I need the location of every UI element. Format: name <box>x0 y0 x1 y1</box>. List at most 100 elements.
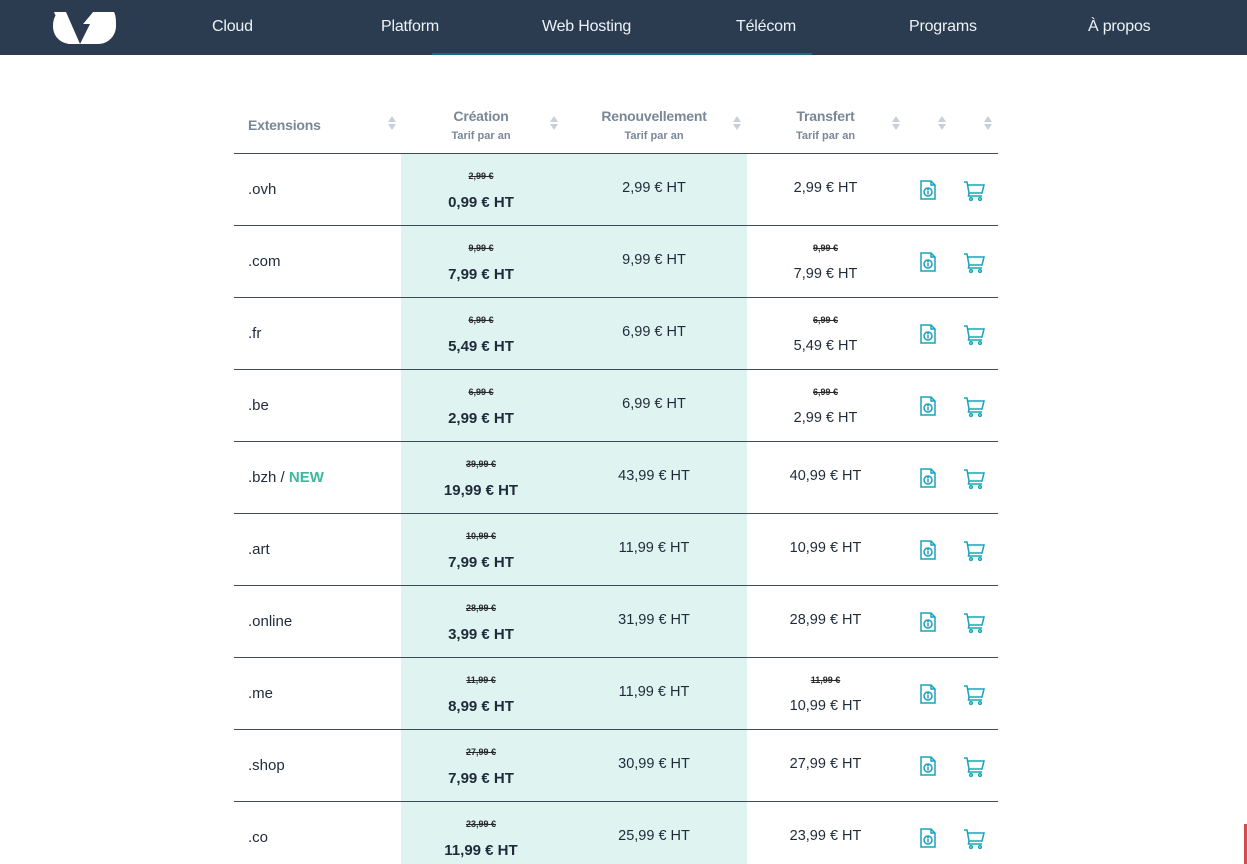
extension-label: .com <box>248 253 281 270</box>
renewal-price: 25,99 € HT <box>561 802 747 864</box>
sort-icon[interactable] <box>938 116 946 132</box>
renewal-price-value: 2,99 € HT <box>622 180 686 196</box>
info-document-icon[interactable] <box>916 538 940 562</box>
creation-price: 11,99 € 8,99 € HT <box>401 658 561 729</box>
sort-icon[interactable] <box>388 116 396 132</box>
sort-icon[interactable] <box>733 116 741 132</box>
extension-label: .co <box>248 829 269 846</box>
transfer-price: 10,99 € HT <box>747 514 904 585</box>
creation-price: 27,99 € 7,99 € HT <box>401 730 561 801</box>
creation-price: 23,99 € 11,99 € HT <box>401 802 561 864</box>
info-document-icon[interactable] <box>916 826 940 850</box>
table-row: .com 9,99 € 7,99 € HT 9,99 € HT 9,99 € 7… <box>234 226 998 298</box>
shopping-cart-icon[interactable] <box>962 394 986 418</box>
header-renewal[interactable]: Renouvellement Tarif par an <box>561 95 747 153</box>
extension-name: .co <box>248 802 268 864</box>
renewal-price-value: 11,99 € HT <box>618 540 690 556</box>
info-document-icon[interactable] <box>916 394 940 418</box>
nav-cloud[interactable]: Cloud <box>212 0 253 55</box>
extension-name: .ovh <box>248 154 276 225</box>
table-row: .co 23,99 € 11,99 € HT 25,99 € HT 23,99 … <box>234 802 998 864</box>
info-document-icon[interactable] <box>916 754 940 778</box>
creation-new-price: 3,99 € HT <box>448 626 514 643</box>
sort-icon[interactable] <box>550 116 558 132</box>
table-row: .me 11,99 € 8,99 € HT 11,99 € HT 11,99 €… <box>234 658 998 730</box>
extension-label: .shop <box>248 757 285 774</box>
renewal-price: 11,99 € HT <box>561 514 747 585</box>
shopping-cart-icon[interactable] <box>962 682 986 706</box>
nav-platform[interactable]: Platform <box>381 0 439 55</box>
extension-name: .me <box>248 658 273 729</box>
transfer-price: 9,99 € 7,99 € HT <box>747 226 904 297</box>
table-header: Extensions Création Tarif par an Renouve… <box>234 95 998 154</box>
renewal-price-value: 11,99 € HT <box>618 684 690 700</box>
renewal-price: 11,99 € HT <box>561 658 747 729</box>
transfer-price: 6,99 € 5,49 € HT <box>747 298 904 369</box>
renewal-price-value: 6,99 € HT <box>622 324 686 340</box>
shopping-cart-icon[interactable] <box>962 538 986 562</box>
info-document-icon[interactable] <box>916 322 940 346</box>
info-document-icon[interactable] <box>916 610 940 634</box>
extension-name: .be <box>248 370 269 441</box>
shopping-cart-icon[interactable] <box>962 466 986 490</box>
shopping-cart-icon[interactable] <box>962 610 986 634</box>
transfer-old-price: 11,99 € <box>810 675 841 685</box>
info-document-icon[interactable] <box>916 682 940 706</box>
creation-old-price: 2,99 € <box>468 171 494 181</box>
renewal-price: 2,99 € HT <box>561 154 747 225</box>
extension-name: .online <box>248 586 292 657</box>
extension-label: .online <box>248 613 293 630</box>
transfer-price-value: 27,99 € HT <box>789 756 862 772</box>
creation-price: 6,99 € 5,49 € HT <box>401 298 561 369</box>
sort-icon[interactable] <box>892 116 900 132</box>
nav-telecom[interactable]: Télécom <box>736 0 796 55</box>
renewal-price: 6,99 € HT <box>561 370 747 441</box>
extension-label: .fr <box>248 325 262 342</box>
table-row: .art 10,99 € 7,99 € HT 11,99 € HT 10,99 … <box>234 514 998 586</box>
renewal-price-value: 43,99 € HT <box>618 468 690 484</box>
ovh-logo[interactable] <box>50 8 118 48</box>
info-document-icon[interactable] <box>916 250 940 274</box>
nav-programs[interactable]: Programs <box>909 0 977 55</box>
transfer-price-value: 5,49 € HT <box>793 338 858 354</box>
nav-about[interactable]: À propos <box>1088 0 1151 55</box>
table-body: .ovh 2,99 € 0,99 € HT 2,99 € HT 2,99 € H… <box>234 154 998 864</box>
transfer-price: 27,99 € HT <box>747 730 904 801</box>
extension-name: .com <box>248 226 281 297</box>
creation-price: 9,99 € 7,99 € HT <box>401 226 561 297</box>
renewal-price-value: 25,99 € HT <box>618 828 690 844</box>
info-document-icon[interactable] <box>916 466 940 490</box>
table-row: .ovh 2,99 € 0,99 € HT 2,99 € HT 2,99 € H… <box>234 154 998 226</box>
nav-web-hosting[interactable]: Web Hosting <box>542 0 631 55</box>
creation-new-price: 2,99 € HT <box>448 410 514 427</box>
table-row: .online 28,99 € 3,99 € HT 31,99 € HT 28,… <box>234 586 998 658</box>
shopping-cart-icon[interactable] <box>962 754 986 778</box>
creation-new-price: 11,99 € HT <box>444 842 518 859</box>
shopping-cart-icon[interactable] <box>962 178 986 202</box>
header-creation[interactable]: Création Tarif par an <box>401 95 561 153</box>
creation-old-price: 28,99 € <box>465 603 497 613</box>
renewal-price-value: 9,99 € HT <box>622 252 686 268</box>
shopping-cart-icon[interactable] <box>962 250 986 274</box>
header-transfer[interactable]: Transfert Tarif par an <box>747 95 904 153</box>
creation-new-price: 0,99 € HT <box>448 194 514 211</box>
transfer-price: 40,99 € HT <box>747 442 904 513</box>
extension-label: .ovh <box>248 181 277 198</box>
transfer-price-value: 40,99 € HT <box>789 468 862 484</box>
sort-icon[interactable] <box>984 116 992 132</box>
renewal-price-value: 30,99 € HT <box>618 756 690 772</box>
renewal-price-value: 6,99 € HT <box>622 396 686 412</box>
header-extensions[interactable]: Extensions <box>234 95 401 153</box>
shopping-cart-icon[interactable] <box>962 826 986 850</box>
transfer-old-price: 6,99 € <box>812 315 839 325</box>
creation-new-price: 8,99 € HT <box>448 698 514 715</box>
extension-label: .bzh <box>248 469 277 486</box>
table-row: .bzh / NEW 39,99 € 19,99 € HT 43,99 € HT… <box>234 442 998 514</box>
shopping-cart-icon[interactable] <box>962 322 986 346</box>
renewal-price: 30,99 € HT <box>561 730 747 801</box>
extension-name: .shop <box>248 730 285 801</box>
info-document-icon[interactable] <box>916 178 940 202</box>
renewal-price: 31,99 € HT <box>561 586 747 657</box>
transfer-price: 2,99 € HT <box>747 154 904 225</box>
table-row: .shop 27,99 € 7,99 € HT 30,99 € HT 27,99… <box>234 730 998 802</box>
